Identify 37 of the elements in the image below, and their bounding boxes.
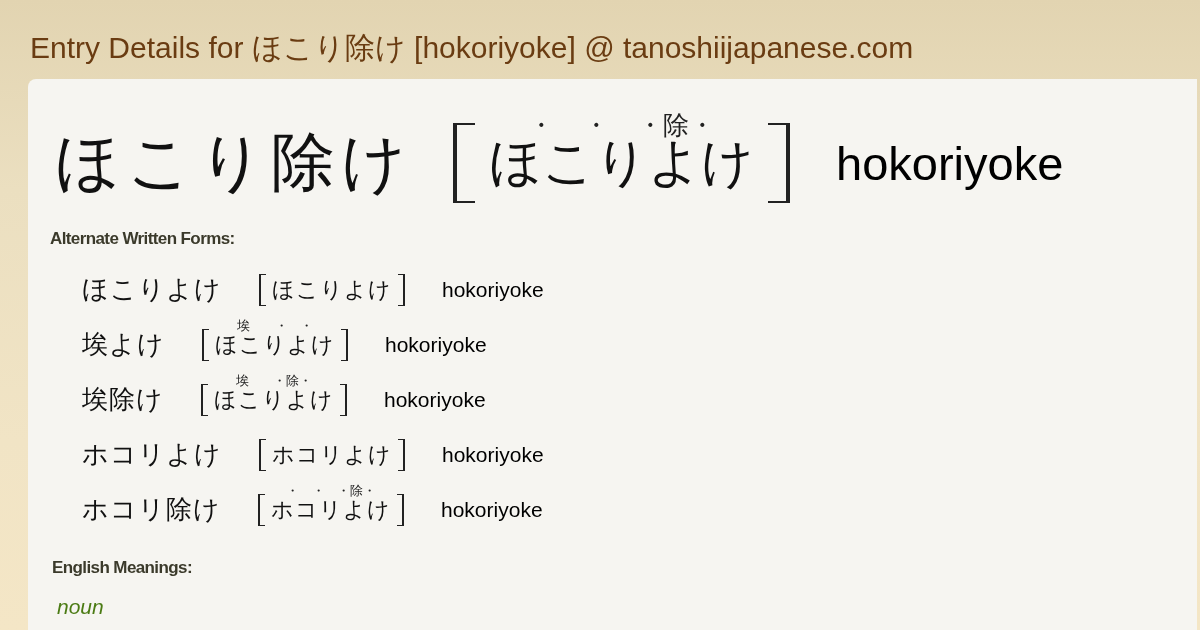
written-form: ホコリよけ	[82, 441, 222, 468]
right-bracket-icon	[340, 383, 347, 416]
written-form: 埃よけ	[82, 331, 165, 358]
kana-reading: ほこりよけ	[489, 137, 754, 189]
furigana-text: ・ ・ ・除・	[286, 483, 376, 497]
kana-reading: ほこりよけ	[272, 278, 392, 301]
kana-reading: ホコリよけ	[272, 443, 392, 466]
left-bracket-icon	[258, 493, 265, 526]
section-heading: English Meanings:	[52, 558, 193, 578]
right-bracket-icon	[341, 328, 348, 361]
written-form: ホコリ除け	[82, 496, 221, 523]
entry-heading: ほこり除け	[55, 131, 413, 195]
furigana-text: ・ ・ ・除・	[528, 113, 715, 139]
romaji-text: hokoriyoke	[442, 279, 544, 300]
romaji-text: hokoriyoke	[385, 334, 487, 355]
right-bracket-icon	[398, 273, 405, 306]
romaji-text: hokoriyoke	[442, 444, 544, 465]
left-bracket-icon	[453, 123, 475, 203]
left-bracket-icon	[202, 328, 209, 361]
left-bracket-icon	[259, 273, 266, 306]
part-of-speech: noun	[57, 595, 105, 619]
section-heading: Alternate Written Forms:	[50, 229, 236, 249]
right-bracket-icon	[768, 123, 790, 203]
right-bracket-icon	[398, 438, 405, 471]
romaji-text: hokoriyoke	[384, 389, 486, 410]
kana-reading: ほこりよけ	[215, 333, 335, 356]
furigana-text: 埃 ・ ・	[237, 318, 313, 332]
written-form: 埃除け	[82, 386, 164, 413]
furigana-text: 埃 ・除・	[235, 373, 313, 387]
kana-reading: ホコリよけ	[271, 498, 391, 521]
kana-reading: ほこりよけ	[214, 388, 334, 411]
left-bracket-icon	[201, 383, 208, 416]
left-bracket-icon	[259, 438, 266, 471]
written-form: ほこりよけ	[82, 276, 222, 303]
right-bracket-icon	[397, 493, 404, 526]
romaji-text: hokoriyoke	[441, 499, 543, 520]
page-title: Entry Details for ほこり除け [hokoriyoke] @ tanoshiijapanese.com	[30, 30, 914, 66]
